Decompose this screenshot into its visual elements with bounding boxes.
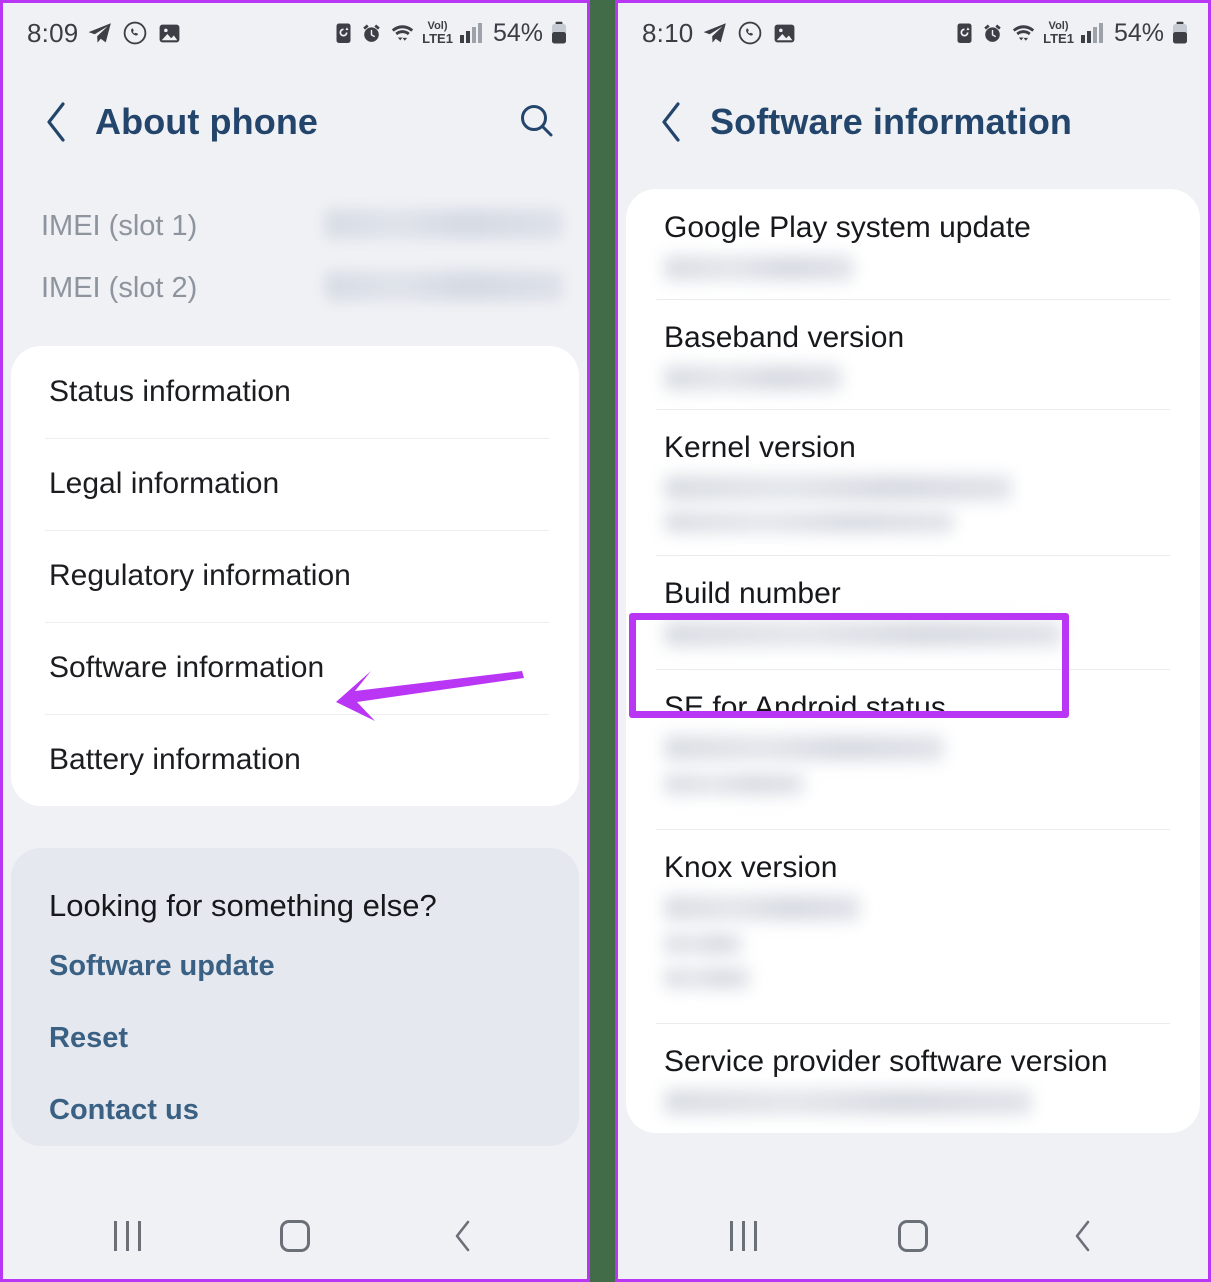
wifi-icon [1010, 22, 1037, 45]
gallery-icon [772, 21, 797, 46]
menu-item-label: Status information [49, 375, 291, 408]
status-bar-right: 8:10 Vol) LTE1 54% [618, 3, 1208, 63]
info-value-redacted [664, 735, 1162, 795]
volte-icon: Vol) LTE1 [422, 21, 453, 46]
software-info-card: Google Play system update Baseband versi… [626, 189, 1200, 1133]
info-label: Service provider software version [664, 1045, 1108, 1078]
imei-row-slot1: IMEI (slot 1) [3, 195, 587, 257]
link-software-update[interactable]: Software update [11, 930, 579, 1002]
home-icon[interactable] [878, 1208, 948, 1264]
status-time: 8:10 [642, 17, 694, 48]
status-bar-left-group: 8:09 [27, 18, 182, 49]
volte-icon: Vol) LTE1 [1043, 21, 1074, 46]
info-label: SE for Android status [664, 691, 946, 724]
whatsapp-icon [737, 20, 763, 46]
page-title: Software information [710, 101, 1073, 142]
imei-block: IMEI (slot 1) IMEI (slot 2) [3, 181, 587, 319]
nav-bar-left [3, 1193, 587, 1279]
header-left: About phone [3, 63, 587, 181]
recents-icon[interactable] [92, 1208, 162, 1264]
status-bar-left: 8:09 Vol) LTE1 54% [3, 3, 587, 63]
recents-icon[interactable] [708, 1208, 778, 1264]
info-label: Build number [664, 577, 841, 610]
info-row-build-number[interactable]: Build number [626, 555, 1200, 669]
info-label: Knox version [664, 851, 838, 884]
menu-item-label: Battery information [49, 743, 301, 776]
left-phone-panel: 8:09 Vol) LTE1 54% About phone IMEI (slo… [0, 0, 590, 1282]
imei-slot1-label: IMEI (slot 1) [41, 209, 198, 242]
battery-saver-icon [333, 21, 354, 45]
info-row-google-play-system-update[interactable]: Google Play system update [626, 189, 1200, 299]
info-value-redacted [664, 895, 1162, 989]
gallery-icon [157, 21, 182, 46]
alarm-icon [981, 22, 1004, 45]
status-bar-right-group: Vol) LTE1 54% [954, 19, 1190, 48]
info-label: Google Play system update [664, 211, 1031, 244]
nav-bar-right [618, 1193, 1208, 1279]
menu-item-software-information[interactable]: Software information [11, 622, 579, 714]
network-label: LTE1 [1043, 31, 1074, 46]
telegram-icon [702, 20, 728, 46]
info-row-kernel-version[interactable]: Kernel version [626, 409, 1200, 555]
info-row-baseband-version[interactable]: Baseband version [626, 299, 1200, 409]
looking-for-card: Looking for something else? Software upd… [11, 848, 579, 1146]
back-icon[interactable] [1048, 1208, 1118, 1264]
about-menu-card: Status information Legal information Reg… [11, 346, 579, 806]
info-value-redacted [664, 621, 1162, 647]
menu-item-label: Software information [49, 651, 325, 684]
info-value-redacted [664, 255, 1162, 281]
imei-row-slot2: IMEI (slot 2) [3, 257, 587, 319]
whatsapp-icon [122, 20, 148, 46]
menu-item-battery-information[interactable]: Battery information [11, 714, 579, 806]
status-bar-right-group: Vol) LTE1 54% [333, 19, 569, 48]
battery-icon [1170, 21, 1190, 45]
back-icon[interactable] [428, 1208, 498, 1264]
imei-slot1-value-redacted [325, 209, 563, 239]
menu-item-label: Regulatory information [49, 559, 351, 592]
search-icon[interactable] [513, 98, 561, 146]
info-label: Kernel version [664, 431, 856, 464]
page-title: About phone [95, 101, 319, 142]
telegram-icon [87, 20, 113, 46]
alarm-icon [360, 22, 383, 45]
status-time: 8:09 [27, 17, 79, 48]
menu-item-legal-information[interactable]: Legal information [11, 438, 579, 530]
battery-icon [549, 21, 569, 45]
status-bar-left-group: 8:10 [642, 18, 797, 49]
looking-for-title: Looking for something else? [49, 888, 437, 923]
menu-item-regulatory-information[interactable]: Regulatory information [11, 530, 579, 622]
panel-divider [590, 0, 615, 1282]
imei-slot2-value-redacted [325, 271, 563, 301]
battery-percent: 54% [492, 18, 543, 47]
link-contact-us[interactable]: Contact us [11, 1074, 579, 1146]
info-label: Baseband version [664, 321, 905, 354]
right-phone-panel: 8:10 Vol) LTE1 54% Software information … [615, 0, 1211, 1282]
info-row-knox-version[interactable]: Knox version [626, 829, 1200, 1023]
menu-item-status-information[interactable]: Status information [11, 346, 579, 438]
info-row-se-for-android-status[interactable]: SE for Android status [626, 669, 1200, 829]
battery-saver-icon [954, 21, 975, 45]
dual-phone-screenshot: 8:09 Vol) LTE1 54% About phone IMEI (slo… [0, 0, 1211, 1282]
header-right: Software information [618, 63, 1208, 181]
back-chevron-icon[interactable] [37, 96, 75, 148]
info-value-redacted [664, 365, 1162, 391]
info-row-service-provider-software-version[interactable]: Service provider software version [626, 1023, 1200, 1133]
info-value-redacted [664, 475, 1162, 533]
signal-bars-icon [1080, 22, 1104, 44]
back-chevron-icon[interactable] [652, 96, 690, 148]
menu-item-label: Legal information [49, 467, 280, 500]
home-icon[interactable] [260, 1208, 330, 1264]
signal-bars-icon [459, 22, 483, 44]
link-reset[interactable]: Reset [11, 1002, 579, 1074]
battery-percent: 54% [1113, 18, 1164, 47]
info-value-redacted [664, 1089, 1162, 1115]
imei-slot2-label: IMEI (slot 2) [41, 271, 198, 304]
wifi-icon [389, 22, 416, 45]
network-label: LTE1 [422, 31, 453, 46]
